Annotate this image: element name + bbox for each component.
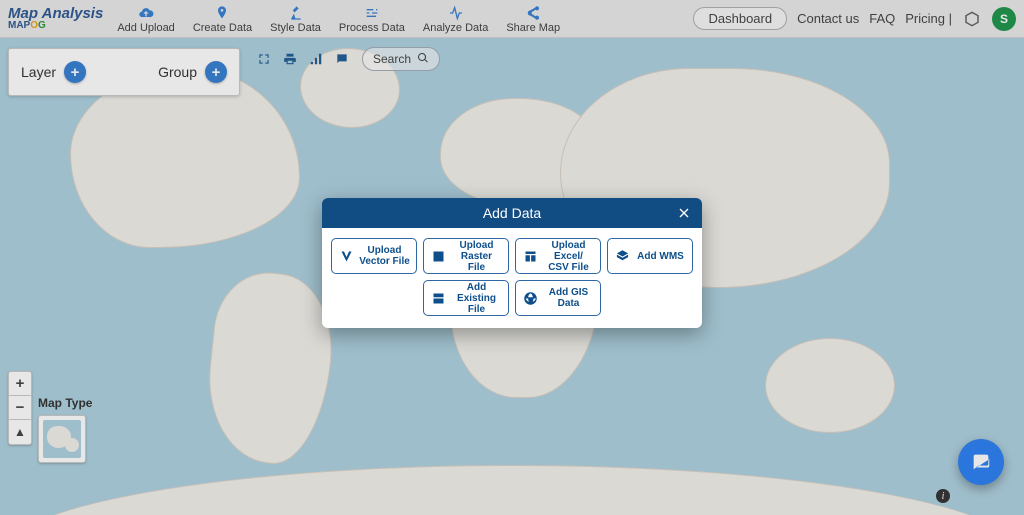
option-upload-vector[interactable]: Upload Vector File (331, 238, 417, 274)
vector-icon (338, 249, 354, 264)
modal-body: Upload Vector File Upload Raster File Up… (322, 228, 702, 328)
globe-icon (522, 291, 538, 306)
option-label: Add Existing File (451, 282, 502, 315)
spreadsheet-icon (522, 249, 538, 264)
option-label: Add GIS Data (543, 287, 594, 309)
add-data-modal: Add Data Upload Vector File Upload Raste… (322, 198, 702, 328)
close-icon[interactable] (674, 203, 694, 223)
layers-lock-icon (614, 249, 630, 264)
drawer-icon (430, 291, 446, 306)
image-icon (430, 249, 446, 264)
option-label: Upload Excel/ CSV File (543, 240, 594, 273)
option-label: Add WMS (635, 251, 686, 262)
option-upload-excel[interactable]: Upload Excel/ CSV File (515, 238, 601, 274)
option-add-gis[interactable]: Add GIS Data (515, 280, 601, 316)
modal-title: Add Data (483, 205, 541, 221)
modal-header: Add Data (322, 198, 702, 228)
option-upload-raster[interactable]: Upload Raster File (423, 238, 509, 274)
option-add-wms[interactable]: Add WMS (607, 238, 693, 274)
option-label: Upload Vector File (359, 245, 410, 267)
option-label: Upload Raster File (451, 240, 502, 273)
option-add-existing[interactable]: Add Existing File (423, 280, 509, 316)
